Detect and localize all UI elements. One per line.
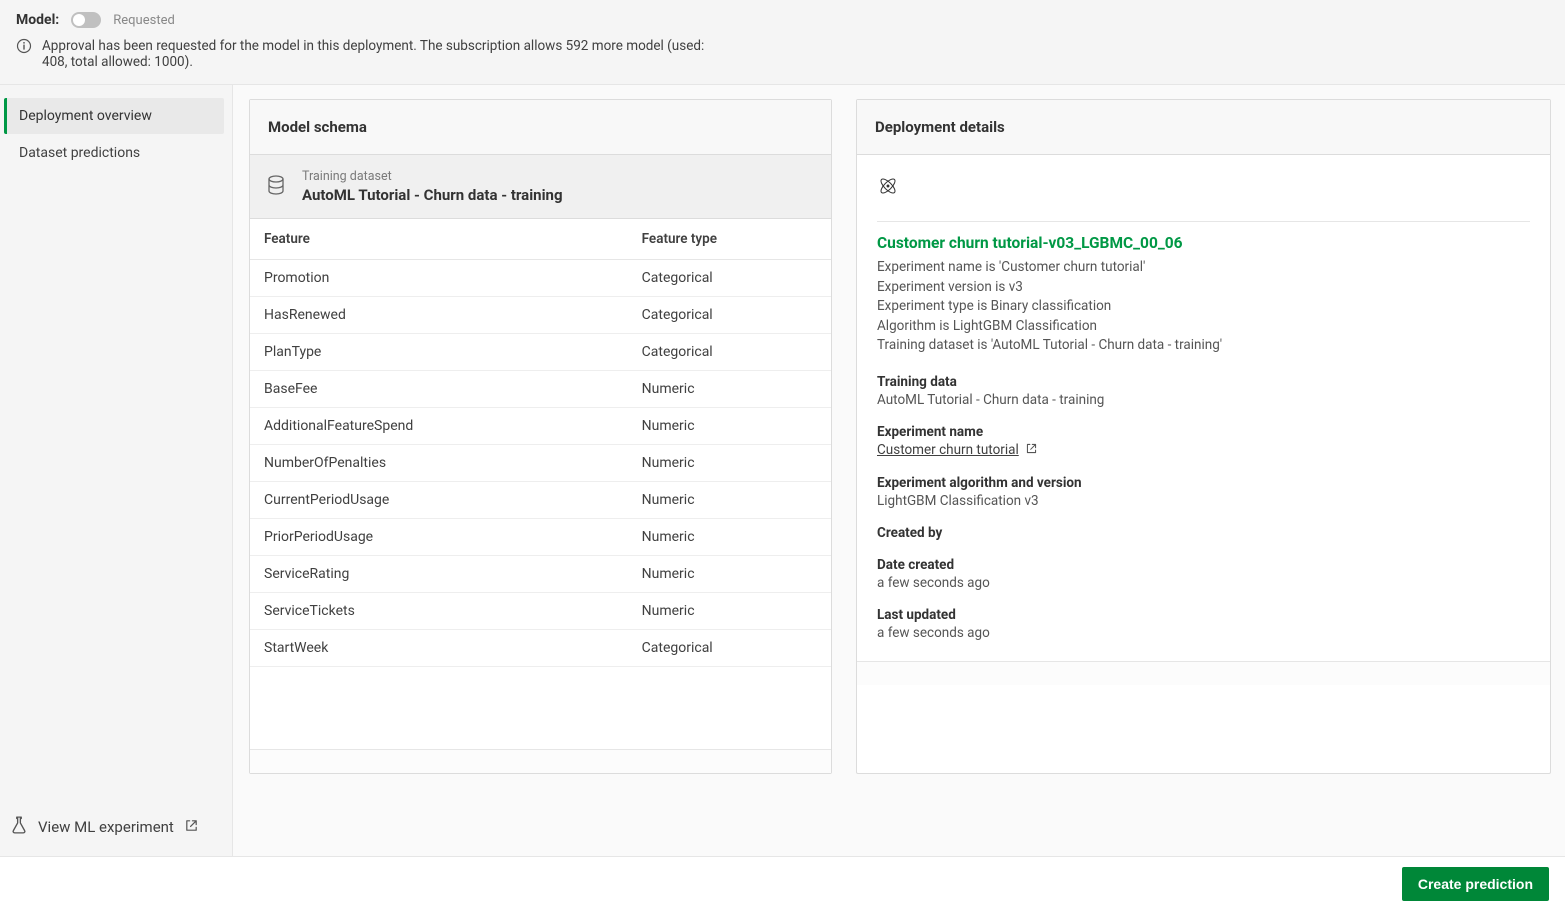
atom-icon bbox=[877, 175, 1530, 201]
table-row[interactable]: PlanTypeCategorical bbox=[250, 334, 831, 371]
sidebar-item-deployment-overview[interactable]: Deployment overview bbox=[4, 98, 224, 134]
column-feature-type[interactable]: Feature type bbox=[628, 219, 831, 260]
schema-table: Feature Feature type PromotionCategorica… bbox=[250, 219, 831, 667]
table-row[interactable]: PromotionCategorical bbox=[250, 260, 831, 297]
sidebar-nav: Deployment overviewDataset predictions bbox=[4, 97, 224, 172]
table-row[interactable]: HasRenewedCategorical bbox=[250, 297, 831, 334]
approval-message: Approval has been requested for the mode… bbox=[42, 38, 716, 70]
sidebar: Deployment overviewDataset predictions V… bbox=[0, 85, 233, 856]
feature-type-cell: Categorical bbox=[628, 334, 831, 371]
info-icon bbox=[16, 38, 32, 54]
table-row[interactable]: ServiceRatingNumeric bbox=[250, 556, 831, 593]
feature-cell: BaseFee bbox=[250, 371, 628, 408]
table-row[interactable]: ServiceTicketsNumeric bbox=[250, 593, 831, 630]
feature-type-cell: Numeric bbox=[628, 445, 831, 482]
details-panel-footer bbox=[857, 661, 1550, 685]
table-row[interactable]: StartWeekCategorical bbox=[250, 630, 831, 667]
bottom-bar: Create prediction bbox=[0, 856, 1565, 911]
database-icon bbox=[264, 173, 288, 201]
feature-cell: CurrentPeriodUsage bbox=[250, 482, 628, 519]
summary-line: Experiment version is v3 bbox=[877, 278, 1530, 298]
feature-type-cell: Numeric bbox=[628, 556, 831, 593]
model-schema-panel: Model schema Training dataset AutoML Tut… bbox=[249, 99, 832, 774]
training-dataset-name: AutoML Tutorial - Churn data - training bbox=[302, 186, 563, 204]
model-status-text: Requested bbox=[113, 13, 175, 28]
feature-type-cell: Numeric bbox=[628, 482, 831, 519]
table-row[interactable]: CurrentPeriodUsageNumeric bbox=[250, 482, 831, 519]
feature-type-cell: Numeric bbox=[628, 371, 831, 408]
feature-cell: PriorPeriodUsage bbox=[250, 519, 628, 556]
deployment-details-panel: Deployment details Customer churn tutori… bbox=[856, 99, 1551, 774]
view-ml-experiment-link[interactable]: View ML experiment bbox=[10, 816, 218, 838]
algorithm-label: Experiment algorithm and version bbox=[877, 475, 1530, 491]
divider bbox=[877, 221, 1530, 222]
feature-type-cell: Categorical bbox=[628, 260, 831, 297]
training-dataset-caption: Training dataset bbox=[302, 169, 563, 184]
experiment-summary-lines: Experiment name is 'Customer churn tutor… bbox=[877, 258, 1530, 356]
feature-type-cell: Categorical bbox=[628, 297, 831, 334]
feature-cell: Promotion bbox=[250, 260, 628, 297]
model-approval-toggle[interactable] bbox=[71, 12, 101, 28]
summary-line: Experiment type is Binary classification bbox=[877, 297, 1530, 317]
flask-icon bbox=[10, 816, 28, 838]
model-label: Model: bbox=[16, 12, 59, 28]
create-prediction-button[interactable]: Create prediction bbox=[1402, 867, 1549, 901]
feature-cell: ServiceTickets bbox=[250, 593, 628, 630]
deployment-details-header: Deployment details bbox=[857, 100, 1550, 155]
date-created-label: Date created bbox=[877, 557, 1530, 573]
training-data-value: AutoML Tutorial - Churn data - training bbox=[877, 392, 1530, 408]
external-link-icon bbox=[184, 818, 199, 837]
feature-cell: AdditionalFeatureSpend bbox=[250, 408, 628, 445]
training-data-label: Training data bbox=[877, 374, 1530, 390]
summary-line: Experiment name is 'Customer churn tutor… bbox=[877, 258, 1530, 278]
external-link-icon bbox=[1025, 442, 1038, 459]
algorithm-value: LightGBM Classification v3 bbox=[877, 493, 1530, 509]
feature-cell: HasRenewed bbox=[250, 297, 628, 334]
column-feature[interactable]: Feature bbox=[250, 219, 628, 260]
model-schema-header: Model schema bbox=[250, 100, 831, 155]
table-row[interactable]: PriorPeriodUsageNumeric bbox=[250, 519, 831, 556]
date-created-value: a few seconds ago bbox=[877, 575, 1530, 591]
table-row[interactable]: AdditionalFeatureSpendNumeric bbox=[250, 408, 831, 445]
summary-line: Algorithm is LightGBM Classification bbox=[877, 317, 1530, 337]
schema-panel-footer bbox=[250, 749, 831, 773]
last-updated-value: a few seconds ago bbox=[877, 625, 1530, 641]
experiment-name-link[interactable]: Customer churn tutorial bbox=[877, 442, 1038, 459]
last-updated-label: Last updated bbox=[877, 607, 1530, 623]
feature-type-cell: Categorical bbox=[628, 630, 831, 667]
top-banner: Model: Requested Approval has been reque… bbox=[0, 0, 1565, 85]
feature-cell: ServiceRating bbox=[250, 556, 628, 593]
feature-cell: NumberOfPenalties bbox=[250, 445, 628, 482]
training-dataset-band: Training dataset AutoML Tutorial - Churn… bbox=[250, 155, 831, 219]
feature-type-cell: Numeric bbox=[628, 408, 831, 445]
model-name-link[interactable]: Customer churn tutorial-v03_LGBMC_00_06 bbox=[877, 234, 1530, 252]
sidebar-item-dataset-predictions[interactable]: Dataset predictions bbox=[4, 135, 224, 171]
experiment-name-value: Customer churn tutorial bbox=[877, 442, 1019, 458]
feature-cell: PlanType bbox=[250, 334, 628, 371]
table-row[interactable]: BaseFeeNumeric bbox=[250, 371, 831, 408]
feature-cell: StartWeek bbox=[250, 630, 628, 667]
feature-type-cell: Numeric bbox=[628, 593, 831, 630]
summary-line: Training dataset is 'AutoML Tutorial - C… bbox=[877, 336, 1530, 356]
view-ml-experiment-label: View ML experiment bbox=[38, 818, 174, 836]
table-row[interactable]: NumberOfPenaltiesNumeric bbox=[250, 445, 831, 482]
created-by-label: Created by bbox=[877, 525, 1530, 541]
feature-type-cell: Numeric bbox=[628, 519, 831, 556]
experiment-name-label: Experiment name bbox=[877, 424, 1530, 440]
